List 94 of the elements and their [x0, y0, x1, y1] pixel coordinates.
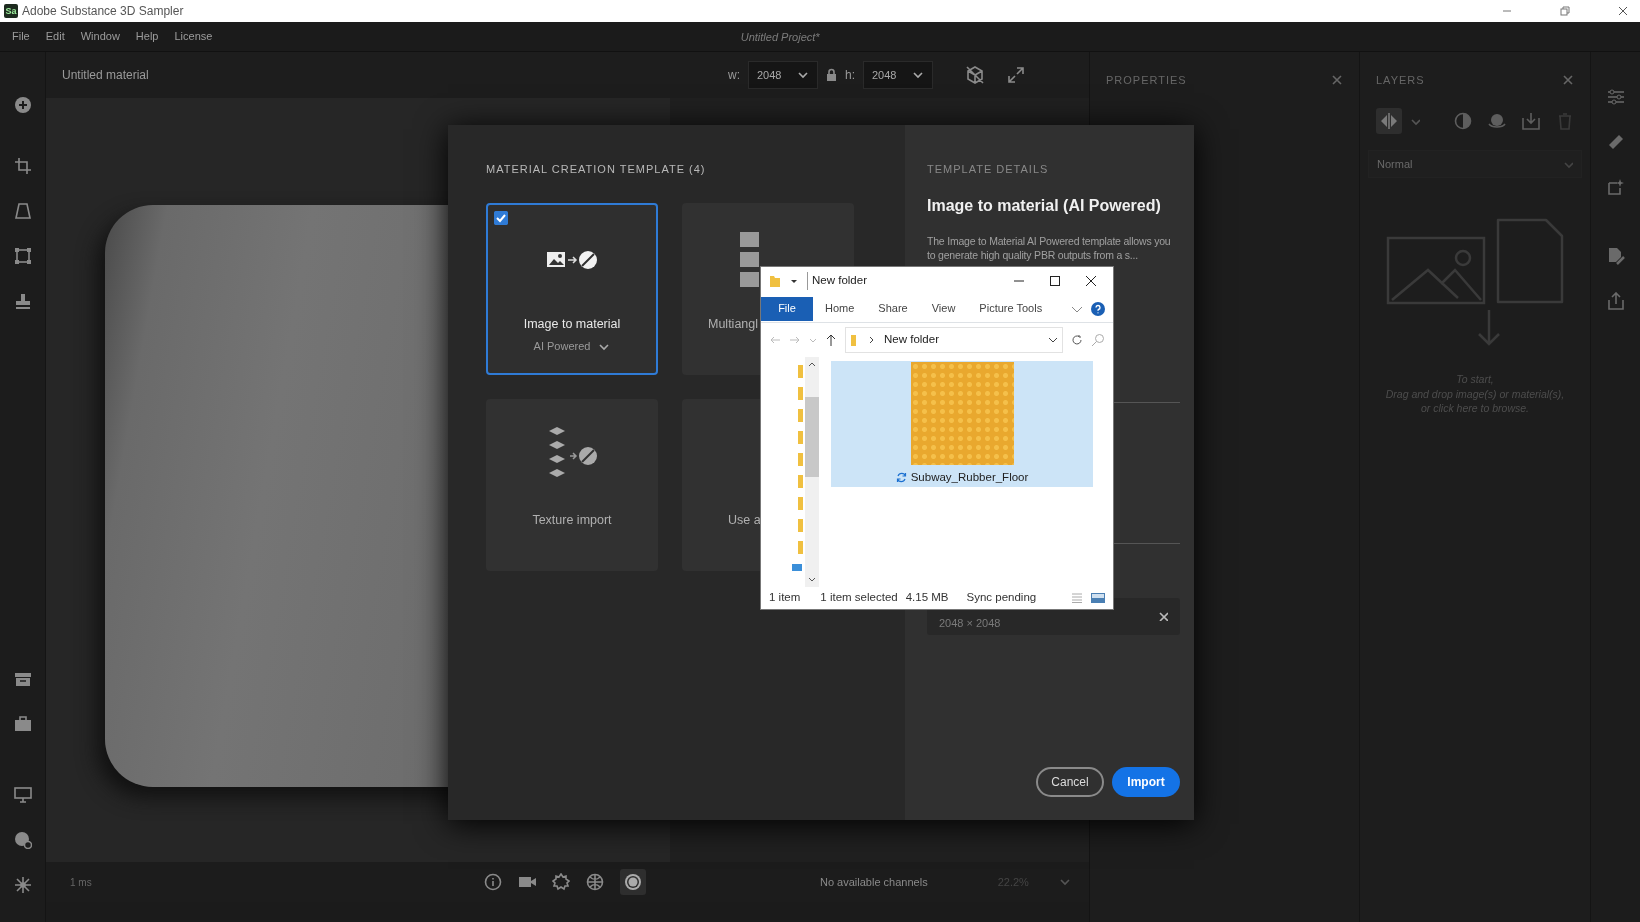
template-name: Use a [727, 511, 761, 529]
chevron-right-icon [868, 336, 876, 344]
sparkle-export-icon[interactable] [1606, 178, 1625, 196]
size-dropdown[interactable]: 2048 [748, 61, 818, 89]
template-description: The Image to Material AI Powered template allows you to generate high quality PBR outputs from a s... [927, 233, 1172, 262]
download-icon[interactable] [1522, 112, 1540, 130]
variant-dropdown[interactable]: AI Powered [527, 337, 617, 356]
menu-item[interactable]: Window [72, 28, 128, 45]
stamp-icon[interactable] [13, 292, 32, 310]
lock-icon[interactable] [826, 68, 837, 82]
ribbon-tab[interactable]: Home [813, 296, 867, 321]
status-text: Sync pending [966, 590, 1037, 606]
document-edit-icon[interactable] [1606, 247, 1625, 265]
paint-settings-icon[interactable] [13, 831, 32, 849]
perspective-icon[interactable] [13, 202, 32, 220]
height-label: h: [845, 67, 855, 84]
help-icon[interactable] [1091, 301, 1105, 316]
menu-item[interactable]: File [4, 28, 38, 45]
folder-icon [769, 274, 781, 288]
sliders-icon[interactable] [1606, 88, 1625, 106]
import-button[interactable]: Import [1112, 767, 1180, 797]
status-text: 1 item selected [820, 590, 898, 606]
template-title: Image to material (AI Powered) [927, 195, 1162, 216]
width-label: w: [728, 67, 740, 84]
chevron-down-icon [912, 69, 924, 81]
info-icon[interactable] [484, 873, 502, 891]
close-icon[interactable] [1158, 611, 1168, 621]
status-text: 4.15 MB [905, 590, 949, 606]
file-item[interactable]: Subway_Rubber_Floor [831, 361, 1093, 487]
menu-item[interactable]: Edit [37, 28, 73, 45]
checkbox-checked-icon[interactable] [494, 210, 508, 225]
document-title: Untitled material [62, 67, 149, 84]
explorer-title: New folder [807, 272, 867, 290]
search-icon[interactable] [1091, 333, 1105, 347]
window-title: Adobe Substance 3D Sampler [22, 3, 184, 20]
light-icon[interactable] [552, 873, 570, 891]
panel-title: LAYERS [1376, 72, 1425, 88]
briefcase-icon[interactable] [13, 715, 32, 733]
panel-title: PROPERTIES [1106, 72, 1187, 88]
template-name: Texture import [532, 511, 612, 529]
forward-arrow-icon[interactable] [789, 334, 801, 346]
compare-icon[interactable] [1380, 112, 1398, 130]
cube-off-icon[interactable] [965, 65, 985, 85]
template-card[interactable]: Image to material AI Powered [486, 202, 658, 375]
back-arrow-icon[interactable] [769, 334, 781, 346]
chevron-down-icon [1563, 159, 1573, 169]
network-icon[interactable] [13, 876, 32, 894]
maximize-icon[interactable] [1049, 275, 1061, 287]
refresh-icon[interactable] [1071, 334, 1083, 346]
details-view-icon[interactable] [1071, 593, 1083, 603]
up-arrow-icon[interactable] [825, 333, 837, 347]
app-logo: Sa [4, 4, 18, 18]
scroll-down-icon[interactable] [808, 577, 816, 583]
cancel-button[interactable]: Cancel [1036, 767, 1104, 797]
half-circle-icon[interactable] [1454, 112, 1472, 130]
scroll-up-icon[interactable] [808, 361, 816, 367]
template-name: Multiangl [707, 315, 759, 333]
resolution-text: 2048 × 2048 [939, 615, 1001, 631]
sphere-icon[interactable] [624, 873, 642, 891]
menu-item[interactable]: License [166, 28, 221, 45]
render-time: 1 ms [69, 875, 92, 890]
template-card[interactable]: Texture import [486, 398, 658, 571]
archive-icon[interactable] [13, 670, 32, 688]
status-text: 1 item [769, 590, 801, 606]
ribbon-tab[interactable]: File [761, 296, 813, 321]
channels-status: No available channels [820, 874, 928, 890]
crop-icon[interactable] [13, 157, 32, 175]
file-name: Subway_Rubber_Floor [910, 469, 1029, 485]
recent-dropdown-icon[interactable] [809, 336, 817, 344]
project-title: Untitled Project* [740, 30, 820, 43]
address-bar[interactable]: New folder [845, 327, 1063, 353]
size-dropdown[interactable]: 2048 [863, 61, 933, 89]
ribbon-tab[interactable]: Picture Tools [967, 296, 1055, 321]
close-icon[interactable] [1618, 6, 1628, 16]
chevron-down-icon[interactable] [1048, 335, 1058, 345]
menu-item[interactable]: Help [127, 28, 167, 45]
add-icon[interactable] [13, 96, 32, 114]
chevron-down-icon [797, 69, 809, 81]
close-icon[interactable] [1085, 275, 1097, 287]
restore-icon[interactable] [1560, 6, 1570, 16]
large-icons-view-icon[interactable] [1091, 593, 1105, 603]
globe-icon[interactable] [586, 873, 604, 891]
section-heading: TEMPLATE DETAILS [927, 162, 1050, 177]
scrollbar[interactable] [805, 357, 819, 587]
transform-icon[interactable] [13, 247, 32, 265]
section-heading: MATERIAL CREATION TEMPLATE (4) [486, 162, 707, 177]
template-name: Image to material [523, 315, 621, 333]
ribbon-tab[interactable]: Share [866, 296, 920, 321]
ribbon-tab[interactable]: View [919, 296, 968, 321]
expand-icon[interactable] [1007, 66, 1025, 84]
image-to-sphere-icon [546, 248, 598, 271]
sync-icon [895, 472, 907, 483]
image-stack-icon [739, 229, 761, 290]
share-icon[interactable] [1606, 292, 1625, 310]
